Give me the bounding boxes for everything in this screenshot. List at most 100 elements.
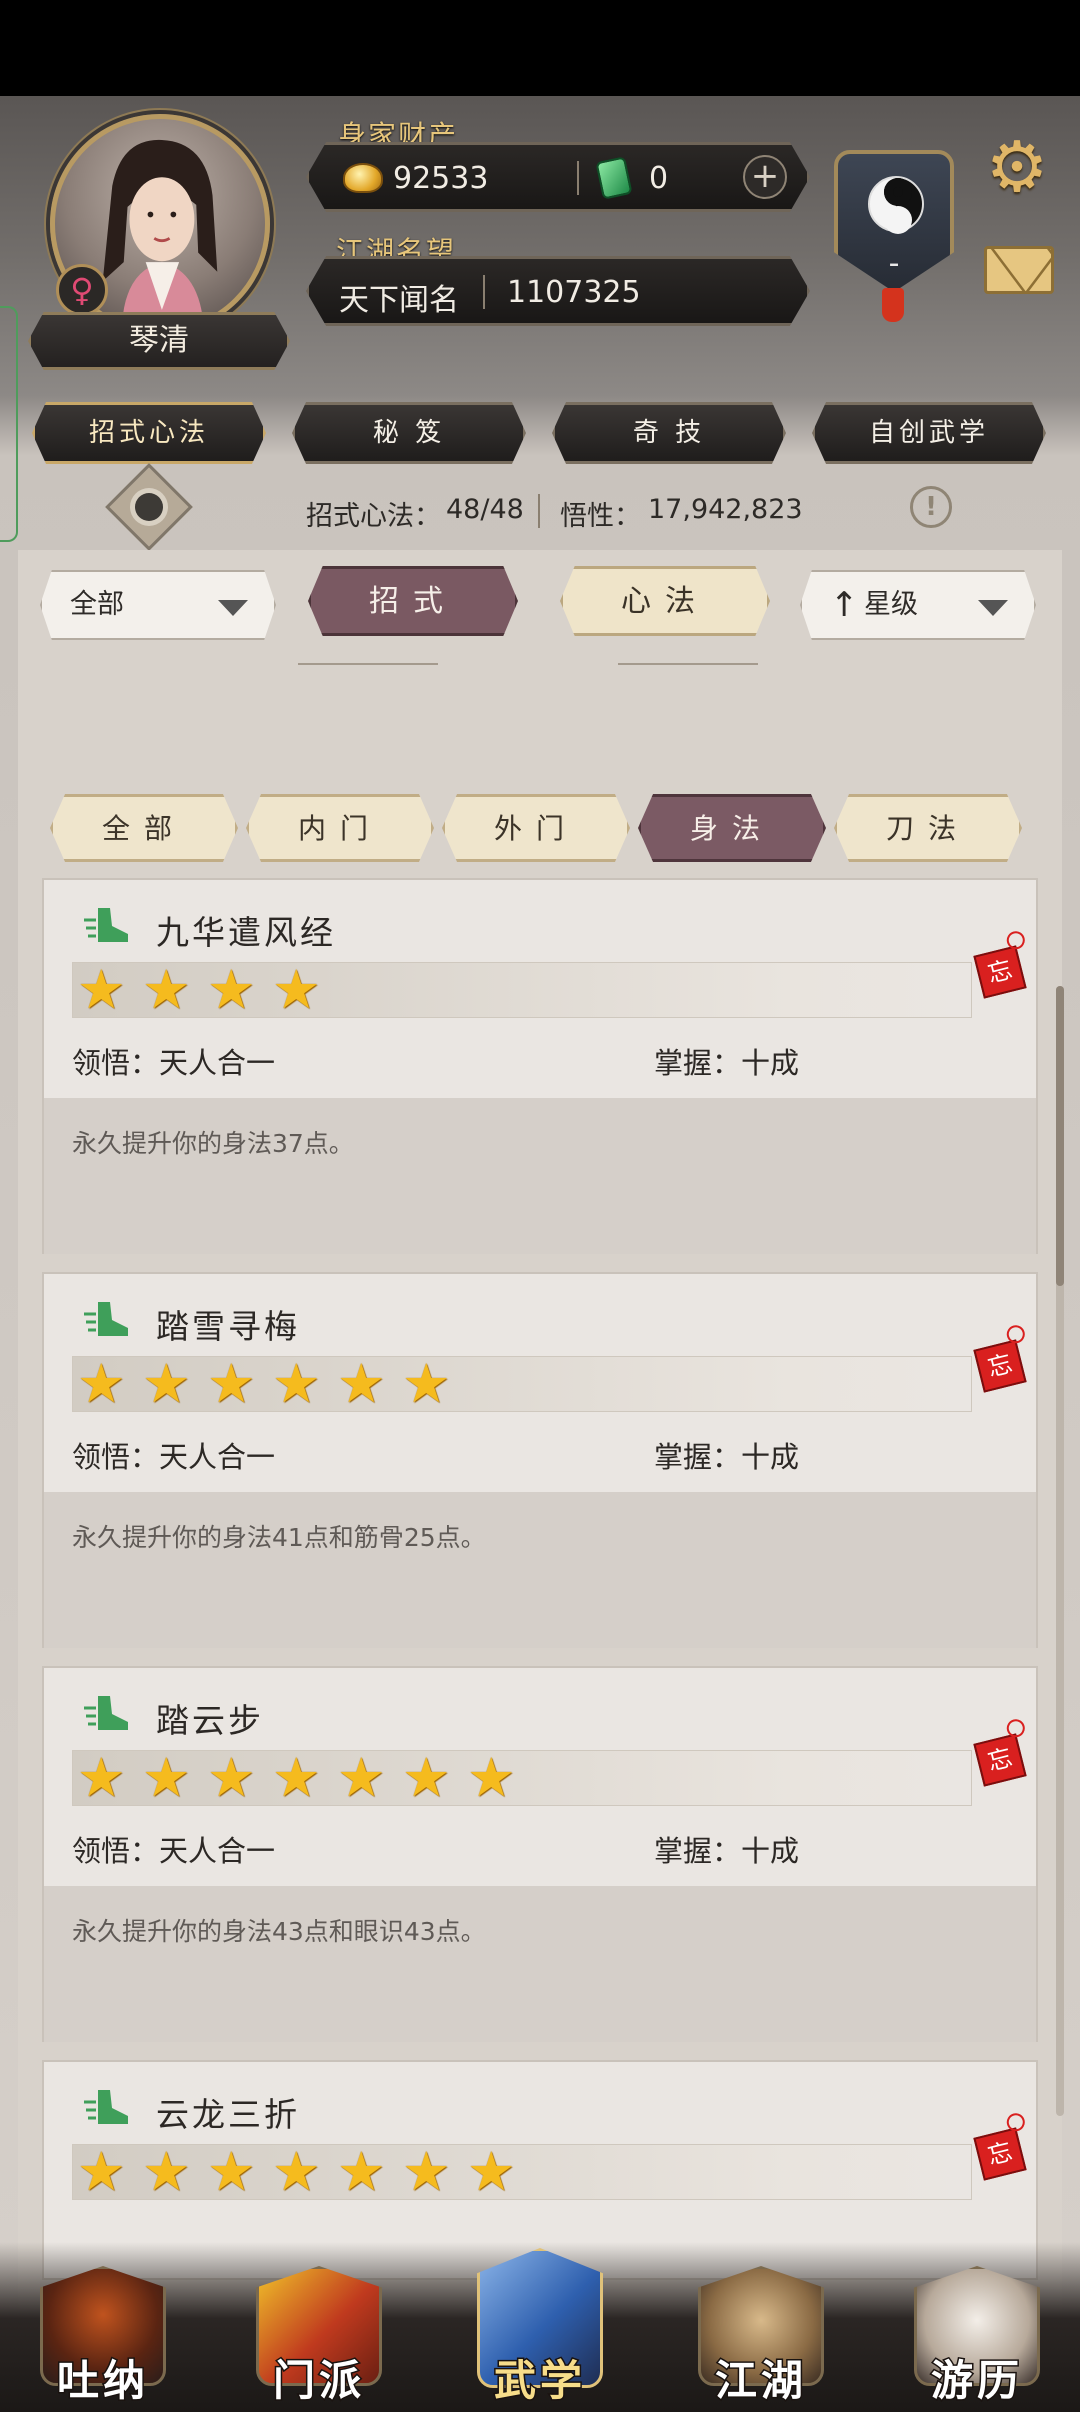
fame-value: 1107325: [507, 275, 641, 310]
scope-dropdown[interactable]: 全部: [40, 570, 276, 640]
star-icon: ★: [142, 2140, 191, 2203]
chevron-down-icon: [218, 600, 248, 616]
star-icon: ★: [402, 2140, 451, 2203]
star-icon: ★: [467, 2140, 516, 2203]
sort-dropdown-value: 星级: [864, 589, 918, 620]
star-icon: ★: [402, 1746, 451, 1809]
star-icon: ★: [142, 1746, 191, 1809]
sort-dropdown[interactable]: ↑ 星级: [800, 570, 1036, 640]
star-icon: ★: [207, 1746, 256, 1809]
nav-breathing[interactable]: 吐纳: [28, 2242, 178, 2412]
insight-value: 17,942,823: [648, 494, 803, 525]
boot-icon: [84, 1696, 128, 1730]
forget-seal-button[interactable]: 忘: [973, 1733, 1027, 1787]
star-icon: ★: [272, 2140, 321, 2203]
star-rating: ★ ★ ★ ★ ★ ★ ★: [72, 1750, 972, 1806]
mastery-field: 掌握：十成: [654, 1046, 800, 1080]
skill-card[interactable]: 踏云步 ★ ★ ★ ★ ★ ★ ★ 领悟：天人合一 掌握：十成 永久提升你的身法43点和眼识…: [42, 1666, 1038, 2042]
nav-travel[interactable]: 游历: [902, 2242, 1052, 2412]
fame-title: 天下闻名: [339, 283, 459, 318]
skill-card[interactable]: 九华遣风经 ★ ★ ★ ★ 领悟：天人合一 掌握：十成 永久提升你的身法37点。 忘: [42, 878, 1038, 1254]
arrow-up-icon: ↑: [830, 585, 859, 625]
taiji-icon: [868, 176, 924, 234]
star-icon: ★: [272, 1746, 321, 1809]
star-icon: ★: [272, 958, 321, 1021]
comprehension-field: 领悟：天人合一: [72, 1834, 276, 1868]
forget-seal-button[interactable]: 忘: [973, 1339, 1027, 1393]
mail-icon[interactable]: [984, 246, 1054, 294]
star-icon: ★: [337, 1746, 386, 1809]
gender-icon: ♀: [56, 264, 108, 316]
skill-description: 永久提升你的身法41点和筋骨25点。: [44, 1492, 1036, 1648]
category-saber[interactable]: 刀法: [834, 794, 1022, 862]
jade-icon: [595, 156, 633, 200]
category-outer[interactable]: 外门: [442, 794, 630, 862]
forget-seal-button[interactable]: 忘: [973, 2127, 1027, 2181]
app-screen: ♀ 琴清 身家财产 92533 0 + 江湖名望 天下闻名 1107325 - …: [0, 96, 1080, 2412]
forget-seal-button[interactable]: 忘: [973, 945, 1027, 999]
tab-skills-methods[interactable]: 招式心法: [32, 402, 266, 464]
fame-bar: 天下闻名 1107325: [306, 256, 810, 326]
skill-card[interactable]: 踏雪寻梅 ★ ★ ★ ★ ★ ★ 领悟：天人合一 掌握：十成 永久提升你的身法41点和筋骨…: [42, 1272, 1038, 1648]
nav-jianghu[interactable]: 江湖: [686, 2242, 836, 2412]
category-all[interactable]: 全部: [50, 794, 238, 862]
jade-amount: 0: [649, 161, 669, 196]
nav-sect[interactable]: 门派: [244, 2242, 394, 2412]
star-icon: ★: [402, 1352, 451, 1415]
star-icon: ★: [77, 1352, 126, 1415]
star-icon: ★: [142, 958, 191, 1021]
gear-icon[interactable]: ⚙: [980, 132, 1054, 206]
star-rating: ★ ★ ★ ★: [72, 962, 972, 1018]
nav-label: 武学: [492, 2355, 586, 2407]
tab-moves[interactable]: 招式: [308, 566, 518, 636]
ornament-divider: [618, 663, 758, 665]
star-rating: ★ ★ ★ ★ ★ ★ ★: [72, 2144, 972, 2200]
skill-name: 踏雪寻梅: [156, 1307, 300, 1346]
player-name: 琴清: [28, 312, 290, 370]
mastery-field: 掌握：十成: [654, 1834, 800, 1868]
scrollbar-thumb[interactable]: [1056, 986, 1064, 1286]
skill-name: 九华遣风经: [156, 913, 336, 952]
skills-count-value: 48/48: [446, 494, 524, 525]
tab-manuals[interactable]: 秘 笈: [292, 402, 526, 464]
boot-icon: [84, 2090, 128, 2124]
category-movement[interactable]: 身法: [638, 794, 826, 862]
star-icon: ★: [337, 2140, 386, 2203]
mastery-field: 掌握：十成: [654, 1440, 800, 1474]
skill-description: 永久提升你的身法37点。: [44, 1098, 1036, 1254]
add-currency-button[interactable]: +: [743, 155, 787, 199]
divider: [483, 275, 485, 309]
nav-label: 江湖: [713, 2355, 807, 2407]
category-inner[interactable]: 内门: [246, 794, 434, 862]
gold-ingot-icon: [343, 163, 383, 193]
boot-icon: [84, 908, 128, 942]
insight-label: 悟性：: [560, 501, 641, 532]
info-icon[interactable]: !: [910, 486, 952, 528]
tab-methods[interactable]: 心法: [560, 566, 770, 636]
boot-icon: [84, 1302, 128, 1336]
skill-description: 永久提升你的身法43点和眼识43点。: [44, 1886, 1036, 2042]
star-icon: ★: [207, 1352, 256, 1415]
star-rating: ★ ★ ★ ★ ★ ★: [72, 1356, 972, 1412]
nav-martial-arts[interactable]: 武学: [465, 2242, 615, 2412]
star-icon: ★: [272, 1352, 321, 1415]
gold-amount: 92533: [393, 161, 489, 196]
wealth-bar: 92533 0 +: [306, 142, 810, 212]
star-icon: ★: [337, 1352, 386, 1415]
ornament-divider: [298, 663, 438, 665]
divider: [538, 494, 540, 528]
skill-name: 云龙三折: [156, 2095, 300, 2134]
divider: [577, 161, 579, 195]
nav-label: 吐纳: [55, 2355, 149, 2407]
star-icon: ★: [467, 1746, 516, 1809]
tab-special-skills[interactable]: 奇 技: [552, 402, 786, 464]
star-icon: ★: [142, 1352, 191, 1415]
comprehension-field: 领悟：天人合一: [72, 1046, 276, 1080]
nav-label: 门派: [271, 2355, 365, 2407]
scope-dropdown-value: 全部: [70, 589, 124, 620]
nav-label: 游历: [929, 2355, 1023, 2407]
tassel-ornament: [882, 288, 904, 322]
tab-self-created[interactable]: 自创武学: [812, 402, 1046, 464]
sect-badge[interactable]: -: [834, 150, 954, 292]
star-icon: ★: [207, 2140, 256, 2203]
